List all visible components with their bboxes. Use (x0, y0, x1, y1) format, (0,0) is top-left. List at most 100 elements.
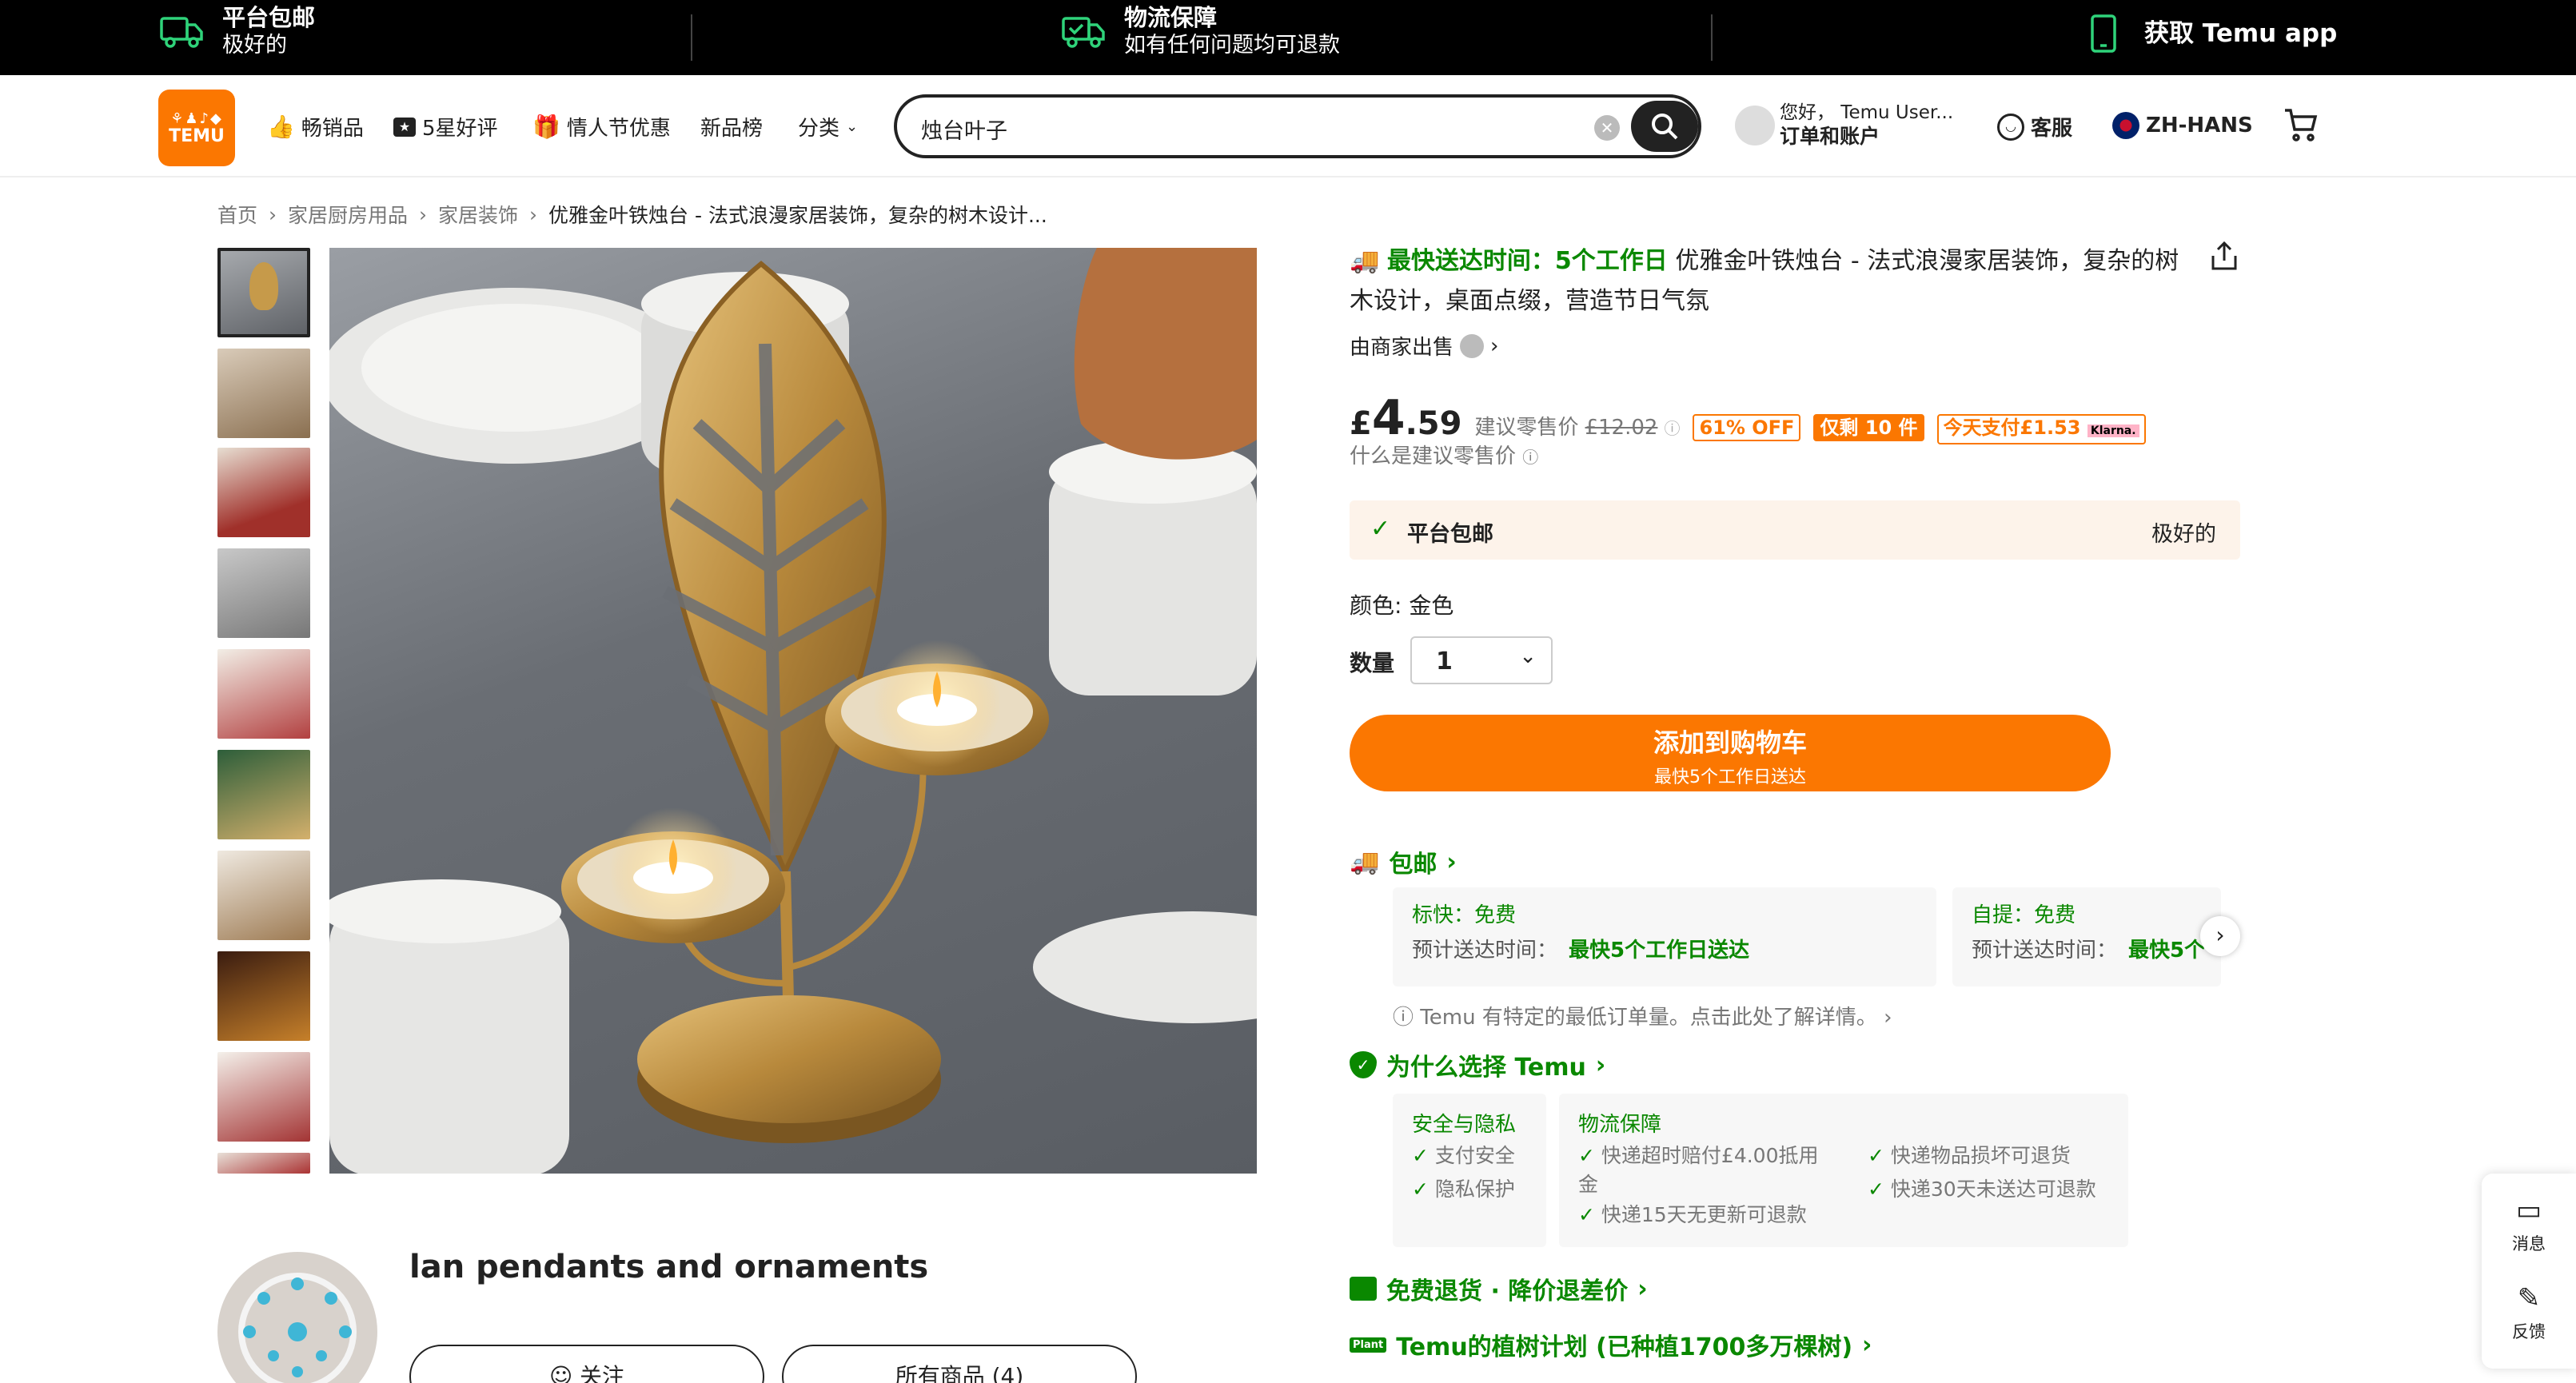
store-logo-image (238, 1273, 357, 1383)
get-app-link[interactable]: 获取 Temu app (2080, 14, 2337, 53)
thumbnail-2[interactable] (217, 349, 310, 438)
thumbnail-1[interactable] (217, 248, 310, 337)
free-shipping-label: 平台包邮 (1407, 522, 1493, 547)
avatar[interactable] (1735, 106, 1775, 145)
star-review-icon: ★ (393, 117, 416, 137)
message-icon: ▭ (2515, 1194, 2542, 1226)
thumbnail-10[interactable] (217, 1153, 310, 1174)
share-icon[interactable] (2208, 240, 2240, 275)
logistics-item: ✓ 快递物品损坏可退货 (1868, 1142, 2071, 1170)
all-items-button[interactable]: 所有商品 (4) (782, 1345, 1137, 1383)
delivery-time: 最快送达时间：5个工作日 (1386, 247, 1668, 275)
account-greeting: 您好， Temu User... (1780, 102, 1954, 123)
fast-delivery-icon: 🚚 (1350, 247, 1380, 275)
free-returns-label: 免费退货 · 降价退差价 (1386, 1277, 1629, 1305)
cart-icon[interactable] (2283, 107, 2319, 145)
check-icon: ✓ (1412, 1178, 1429, 1201)
check-icon: ✓ (1578, 1203, 1595, 1226)
quantity-select[interactable]: 1 ⌄ (1410, 636, 1553, 684)
nav-5star[interactable]: ★ 5星好评 (393, 112, 498, 141)
store-avatar[interactable] (217, 1252, 377, 1383)
discount-badge: 61% OFF (1693, 414, 1801, 441)
tree-plan-label: Temu的植树计划 (已种植1700多万棵树) (1396, 1333, 1853, 1361)
follow-icon: ☺ (548, 1363, 573, 1383)
thumbnail-9[interactable] (217, 1052, 310, 1142)
thumbnail-7[interactable] (217, 851, 310, 940)
free-shipping-banner: ✓ 平台包邮 极好的 (1350, 500, 2240, 560)
free-returns-link[interactable]: 免费退货 · 降价退差价 › (1350, 1271, 1648, 1306)
nav-categories[interactable]: 分类 ⌄ (798, 112, 858, 141)
breadcrumb-decor[interactable]: 家居装饰 (438, 200, 518, 229)
nav-new-arrivals[interactable]: 新品榜 (700, 112, 763, 141)
thumbnail-4[interactable] (217, 548, 310, 638)
seller-info[interactable]: 由商家出售 › (1350, 331, 1498, 361)
follow-store-button[interactable]: ☺ 关注 (409, 1345, 764, 1383)
clear-search-icon[interactable]: ✕ (1594, 115, 1620, 141)
promo-logistics[interactable]: 物流保障 如有任何问题均可退款 (1060, 3, 1340, 59)
thumbnail-6[interactable] (217, 750, 310, 839)
check-icon: ✓ (1370, 515, 1391, 543)
check-icon: ✓ (1868, 1178, 1884, 1201)
nav-label: 情人节优惠 (566, 117, 671, 141)
divider (1711, 14, 1713, 61)
why-temu-label: 为什么选择 Temu (1386, 1054, 1586, 1082)
security-item-label: 隐私保护 (1434, 1178, 1515, 1201)
breadcrumb-home[interactable]: 首页 (217, 200, 257, 229)
logistics-card: 物流保障 ✓ 快递超时赔付£4.00抵用金 ✓ 快递15天无更新可退款 ✓ 快递… (1559, 1094, 2128, 1247)
search-button[interactable] (1631, 101, 1698, 152)
tree-plan-link[interactable]: Plant Temu的植树计划 (已种植1700多万棵树) › (1350, 1327, 1872, 1362)
message-label: 消息 (2512, 1234, 2546, 1253)
info-icon[interactable]: ⓘ (1664, 416, 1680, 439)
rrp-label: 建议零售价 (1474, 416, 1579, 440)
chevron-right-icon: › (1490, 333, 1499, 358)
add-to-cart-button[interactable]: 添加到购物车 最快5个工作日送达 (1350, 715, 2111, 791)
thumbnail-3[interactable] (217, 448, 310, 537)
return-box-icon (1350, 1277, 1377, 1301)
language-selector[interactable]: ZH-HANS (2112, 112, 2253, 139)
shipping-section-title[interactable]: 🚚 包邮 › (1350, 844, 1457, 879)
price-row: £4.59 建议零售价 £12.02 ⓘ 61% OFF 仅剩 10 件 今天支… (1350, 390, 2146, 446)
logistics-item-label: 快递超时赔付£4.00抵用金 (1578, 1144, 1819, 1196)
min-order-note[interactable]: ⓘ Temu 有特定的最低订单量。点击此处了解详情。 › (1393, 1001, 1892, 1030)
what-is-rrp-link[interactable]: 什么是建议零售价 ⓘ (1350, 440, 1538, 469)
thumbnail-5[interactable] (217, 649, 310, 739)
feedback-button[interactable]: ✎ 反馈 (2482, 1282, 2576, 1343)
support-icon: ◡ (1997, 113, 2024, 141)
price-currency: £ (1350, 405, 1372, 442)
promo-bar: 平台包邮 极好的 物流保障 如有任何问题均可退款 获取 Temu app (0, 0, 2576, 75)
breadcrumb-current: 优雅金叶铁烛台 - 法式浪漫家居装饰，复杂的树木设计... (548, 204, 1047, 227)
nav-bestsellers[interactable]: 👍 畅销品 (267, 112, 364, 141)
info-icon: ⓘ (1393, 1006, 1414, 1030)
breadcrumb-kitchen[interactable]: 家居厨房用品 (288, 200, 408, 229)
what-is-rrp-label: 什么是建议零售价 (1350, 444, 1517, 468)
chevron-right-icon: › (1884, 1006, 1892, 1030)
search-input[interactable]: 烛台叶子 (921, 114, 1007, 145)
security-card: 安全与隐私 ✓ 支付安全 ✓ 隐私保护 (1393, 1094, 1546, 1247)
logistics-item: ✓ 快递30天未送达可退款 (1868, 1175, 2096, 1204)
product-main-image[interactable] (329, 248, 1257, 1174)
why-temu-title[interactable]: ✓ 为什么选择 Temu › (1350, 1047, 1605, 1082)
shipping-next-arrow[interactable]: › (2200, 916, 2240, 956)
message-button[interactable]: ▭ 消息 (2482, 1194, 2576, 1255)
customer-service-link[interactable]: ◡ 客服 (1997, 112, 2072, 141)
thumbnail-8[interactable] (217, 951, 310, 1041)
breadcrumb-separator: › (529, 202, 538, 226)
promo-free-shipping[interactable]: 平台包邮 极好的 (158, 3, 315, 59)
klarna-text: 今天支付£1.53 (1943, 416, 2081, 439)
quantity-value: 1 (1436, 648, 1453, 676)
temu-logo[interactable]: ⚘♟♪◆ TEMU (158, 90, 235, 166)
klarna-logo: Klarna. (2087, 424, 2139, 437)
search-bar: 烛台叶子 ✕ (894, 94, 1701, 158)
uk-flag-icon (2112, 112, 2139, 139)
seller-label: 由商家出售 (1350, 336, 1454, 360)
account-menu[interactable]: 您好， Temu User... 订单和账户 (1780, 101, 1953, 149)
get-app-label: 获取 Temu app (2144, 19, 2338, 48)
add-to-cart-sublabel: 最快5个工作日送达 (1654, 767, 1806, 787)
follow-label: 关注 (580, 1363, 625, 1383)
min-order-text: Temu 有特定的最低订单量。点击此处了解详情。 (1420, 1006, 1877, 1030)
nav-valentine[interactable]: 🎁 情人节优惠 (532, 112, 671, 141)
shipping-card-pickup: 自提：免费 预计送达时间： 最快5个 (1952, 887, 2221, 986)
store-name[interactable]: lan pendants and ornaments (409, 1249, 928, 1285)
klarna-badge[interactable]: 今天支付£1.53 Klarna. (1936, 414, 2146, 444)
logistics-item-label: 快递30天未送达可退款 (1890, 1178, 2096, 1201)
